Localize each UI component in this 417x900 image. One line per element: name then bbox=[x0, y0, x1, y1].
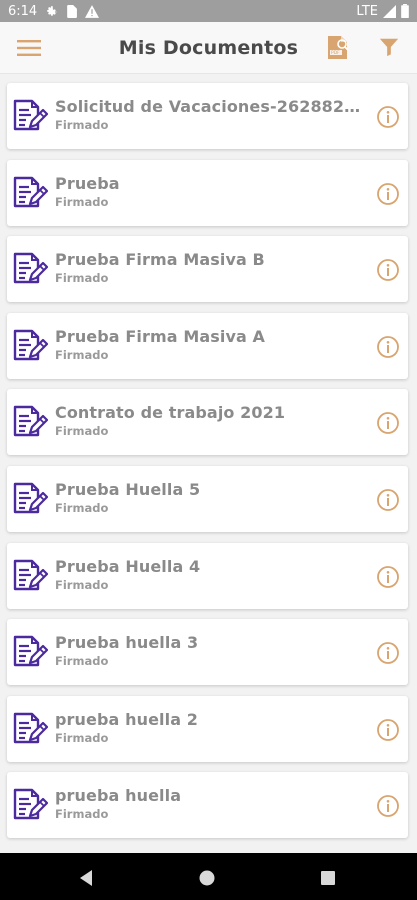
sim-card-icon bbox=[66, 4, 78, 18]
info-icon[interactable] bbox=[376, 411, 400, 435]
document-list-item[interactable]: Prueba Huella 4 Firmado bbox=[7, 542, 408, 609]
document-list-item[interactable]: Contrato de trabajo 2021 Firmado bbox=[7, 389, 408, 456]
document-edit-icon bbox=[12, 711, 49, 747]
document-list-item[interactable]: prueba huella Firmado bbox=[7, 772, 408, 839]
info-icon[interactable] bbox=[376, 794, 400, 818]
document-edit-icon bbox=[12, 634, 49, 670]
document-status: Firmado bbox=[55, 118, 109, 132]
filter-icon[interactable] bbox=[378, 36, 402, 60]
pdf-search-icon[interactable]: PDF bbox=[326, 35, 352, 61]
document-title: prueba huella 2 bbox=[55, 709, 199, 729]
back-icon[interactable] bbox=[77, 869, 95, 887]
document-status: Firmado bbox=[55, 577, 109, 592]
document-edit-icon bbox=[12, 251, 49, 287]
document-title: Prueba Firma Masiva B bbox=[55, 250, 265, 270]
battery-icon bbox=[401, 4, 409, 18]
svg-text:PDF: PDF bbox=[331, 50, 340, 56]
document-info: Prueba Firmado bbox=[55, 174, 369, 210]
document-info: Prueba Firma Masiva B Firmado bbox=[55, 250, 369, 286]
page-title: Mis Documentos bbox=[118, 37, 299, 59]
document-list-item[interactable]: Solicitud de Vacaciones-26288273-... Firm… bbox=[7, 83, 408, 149]
status-time: 6:14 bbox=[8, 3, 38, 19]
document-info: Prueba Firma Masiva A Firmado bbox=[55, 327, 369, 363]
document-info: Contrato de trabajo 2021 Firmado bbox=[55, 403, 369, 439]
info-icon[interactable] bbox=[376, 565, 400, 589]
document-info: prueba huella Firmado bbox=[55, 786, 369, 822]
status-bar: 6:14 LTE bbox=[0, 0, 417, 22]
info-icon[interactable] bbox=[376, 641, 400, 665]
document-info: Prueba Huella 4 Firmado bbox=[55, 557, 369, 593]
document-status: Firmado bbox=[55, 271, 109, 286]
home-icon[interactable] bbox=[198, 869, 216, 887]
document-status: Firmado bbox=[55, 807, 109, 822]
document-list-item[interactable]: Prueba huella 3 Firmado bbox=[7, 619, 408, 686]
document-info: Prueba huella 3 Firmado bbox=[55, 633, 369, 669]
menu-icon[interactable] bbox=[16, 36, 42, 60]
document-status: Firmado bbox=[55, 347, 109, 362]
info-icon[interactable] bbox=[376, 182, 400, 206]
info-icon[interactable] bbox=[376, 105, 400, 129]
document-list-item[interactable]: Prueba Huella 5 Firmado bbox=[7, 466, 408, 532]
document-title: Prueba huella 3 bbox=[55, 633, 199, 653]
info-icon[interactable] bbox=[376, 335, 400, 359]
document-list-item[interactable]: Prueba Firma Masiva A Firmado bbox=[7, 312, 408, 379]
document-status: Firmado bbox=[55, 501, 109, 515]
recent-apps-icon[interactable] bbox=[319, 869, 337, 887]
info-icon[interactable] bbox=[376, 488, 400, 512]
document-title: Prueba Firma Masiva A bbox=[55, 326, 266, 346]
document-info: Prueba Huella 5 Firmado bbox=[55, 480, 369, 516]
document-info: prueba huella 2 Firmado bbox=[55, 710, 369, 746]
document-edit-icon bbox=[12, 175, 49, 211]
document-list-item[interactable]: Prueba Firmado bbox=[7, 159, 408, 226]
gear-icon bbox=[45, 5, 58, 18]
document-status: Firmado bbox=[55, 730, 109, 745]
document-status: Firmado bbox=[55, 194, 109, 209]
document-status: Firmado bbox=[55, 424, 109, 439]
document-title: Contrato de trabajo 2021 bbox=[55, 403, 286, 423]
document-title: prueba huella bbox=[55, 786, 182, 806]
document-list-item[interactable]: prueba huella 2 Firmado bbox=[7, 695, 408, 762]
document-edit-icon bbox=[12, 558, 49, 594]
document-edit-icon bbox=[12, 328, 49, 364]
network-label: LTE bbox=[356, 3, 378, 19]
info-icon[interactable] bbox=[376, 718, 400, 742]
document-list-item[interactable]: Prueba Firma Masiva B Firmado bbox=[7, 236, 408, 303]
info-icon[interactable] bbox=[376, 258, 400, 282]
document-edit-icon bbox=[12, 404, 49, 440]
document-edit-icon bbox=[12, 481, 49, 517]
document-title: Solicitud de Vacaciones-26288273-... bbox=[55, 97, 369, 116]
navigation-bar bbox=[0, 853, 417, 900]
document-info: Solicitud de Vacaciones-26288273-... Firm… bbox=[55, 97, 369, 133]
app-bar: Mis Documentos PDF bbox=[0, 22, 417, 74]
document-title: Prueba Huella 4 bbox=[55, 556, 201, 576]
signal-icon bbox=[383, 4, 396, 18]
document-edit-icon bbox=[12, 787, 49, 823]
document-edit-icon bbox=[12, 98, 49, 134]
document-title: Prueba bbox=[55, 173, 120, 193]
warning-icon bbox=[85, 4, 100, 18]
document-status: Firmado bbox=[55, 654, 109, 669]
document-title: Prueba Huella 5 bbox=[55, 480, 201, 499]
